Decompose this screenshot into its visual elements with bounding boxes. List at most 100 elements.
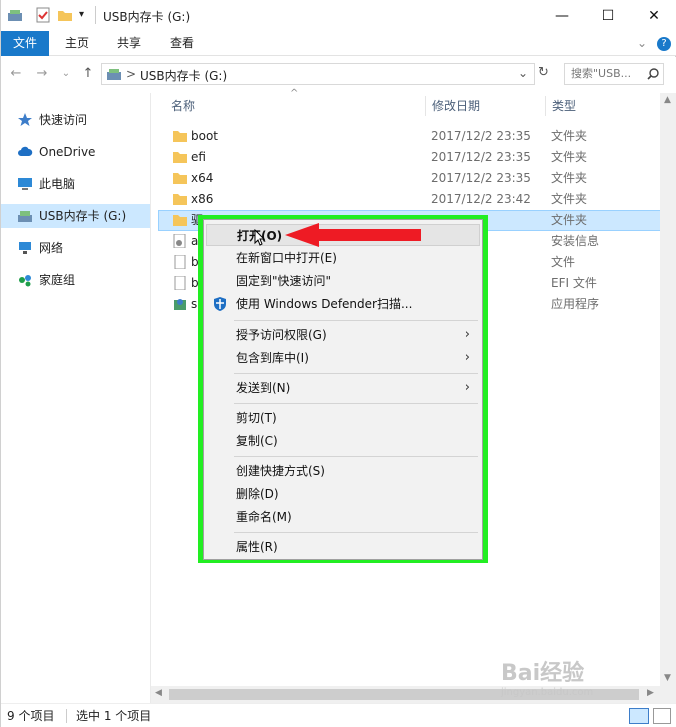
scroll-down-icon[interactable]: ▼ [664,673,671,683]
menu-item-label: 授予访问权限(G) [236,328,327,342]
menu-item-label: 使用 Windows Defender扫描... [236,297,413,311]
vertical-scrollbar[interactable]: ▲ ▼ [660,93,676,703]
column-header-type[interactable]: 类型 [552,93,576,119]
minimize-button[interactable]: — [539,0,585,31]
watermark-subtext: jingyan.baidu.com [501,687,594,698]
menu-item-label: 复制(C) [236,434,278,448]
tab-file[interactable]: 文件 [1,31,49,56]
star-icon [18,113,32,126]
context-menu: 打开(O) 在新窗口中打开(E) 固定到"快速访问" 使用 Windows De… [203,219,483,560]
forward-button[interactable]: → [33,65,51,83]
sidebar-item-onedrive[interactable]: OneDrive [1,140,150,164]
menu-item-defender-scan[interactable]: 使用 Windows Defender扫描... [206,293,480,315]
sidebar-item-this-pc[interactable]: 此电脑 [1,172,150,196]
menu-separator [234,320,478,321]
menu-item-give-access[interactable]: 授予访问权限(G) › [206,324,480,346]
search-icon[interactable] [647,68,659,80]
scroll-right-icon[interactable]: ▶ [647,688,654,698]
mouse-cursor-icon [254,229,266,246]
network-icon [19,242,31,254]
menu-separator [234,373,478,374]
menu-item-pin-quick-access[interactable]: 固定到"快速访问" [206,270,480,292]
sidebar-item-label: 快速访问 [39,113,88,127]
scroll-left-icon[interactable]: ◀ [155,688,162,698]
file-row[interactable]: x64 2017/12/2 23:35 文件夹 [158,168,676,189]
status-bar: 9 个项目 选中 1 个项目 [1,703,676,727]
file-date: 2017/12/2 23:35 [431,129,531,143]
folder-icon [173,215,187,226]
tab-home[interactable]: 主页 [53,31,101,56]
tab-share[interactable]: 共享 [105,31,153,56]
address-bar[interactable]: > USB内存卡 (G:) ⌄ [101,63,535,85]
usb-drive-icon [18,211,32,222]
menu-separator [234,456,478,457]
menu-item-properties[interactable]: 属性(R) [206,536,480,558]
sidebar-item-usb-drive[interactable]: USB内存卡 (G:) [1,204,150,228]
column-header-name[interactable]: 名称 [171,93,195,119]
file-type: 文件夹 [551,150,588,164]
back-button[interactable]: ← [7,65,25,83]
explorer-window: ▾ USB内存卡 (G:) — ☐ ✕ 文件 主页 共享 查看 ⌄ ? ← → … [0,0,676,727]
file-row[interactable]: efi 2017/12/2 23:35 文件夹 [158,147,676,168]
column-divider[interactable] [545,96,546,116]
menu-item-label: 创建快捷方式(S) [236,464,325,478]
menu-item-cut[interactable]: 剪切(T) [206,407,480,429]
menu-item-label: 发送到(N) [236,381,291,395]
drive-app-icon[interactable] [7,7,23,23]
search-input[interactable]: 搜索"USB... [564,63,664,85]
file-date: 2017/12/2 23:35 [431,171,531,185]
scroll-up-icon[interactable]: ▲ [664,95,671,105]
submenu-arrow-icon: › [464,380,470,395]
ribbon-collapse-icon[interactable]: ⌄ [637,36,647,50]
file-row[interactable]: boot 2017/12/2 23:35 文件夹 [158,126,676,147]
recent-locations-button[interactable]: ⌄ [57,65,75,83]
details-view-icon[interactable] [629,708,649,724]
menu-item-create-shortcut[interactable]: 创建快捷方式(S) [206,460,480,482]
menu-item-label: 删除(D) [236,487,279,501]
up-button[interactable]: ↑ [79,65,97,83]
sidebar-item-network[interactable]: 网络 [1,236,150,260]
sidebar-item-label: 网络 [39,241,64,255]
sidebar-item-homegroup[interactable]: 家庭组 [1,268,150,292]
file-type: 文件夹 [551,129,588,143]
title-divider [95,6,96,24]
file-row[interactable]: x86 2017/12/2 23:42 文件夹 [158,189,676,210]
large-icons-view-icon[interactable] [653,708,671,724]
menu-item-send-to[interactable]: 发送到(N) › [206,377,480,399]
customize-toolbar-icon[interactable]: ▾ [79,7,95,23]
file-icon [174,276,186,290]
file-type: 文件夹 [551,192,588,206]
sidebar-item-label: OneDrive [39,145,96,159]
red-arrow-annotation [285,223,421,247]
sidebar-item-label: USB内存卡 (G:) [39,209,127,223]
file-date: 2017/12/2 23:35 [431,150,531,164]
file-name: x86 [191,192,214,206]
menu-item-include-library[interactable]: 包含到库中(I) › [206,347,480,369]
window-title: USB内存卡 (G:) [103,10,191,24]
new-folder-icon[interactable] [57,7,73,23]
menu-item-open-new-window[interactable]: 在新窗口中打开(E) [206,247,480,269]
address-dropdown-icon[interactable]: ⌄ [518,66,528,80]
menu-item-rename[interactable]: 重命名(M) [206,506,480,528]
baidu-watermark: Bai经验 jingyan.baidu.com [501,655,593,698]
menu-item-copy[interactable]: 复制(C) [206,430,480,452]
maximize-button[interactable]: ☐ [585,0,631,31]
close-button[interactable]: ✕ [631,0,676,31]
refresh-button[interactable]: ↻ [538,65,554,83]
menu-item-label: 属性(R) [236,540,278,554]
file-type: 应用程序 [551,297,600,311]
item-count: 9 个项目 [7,709,55,723]
sidebar-item-quick-access[interactable]: 快速访问 [1,108,150,132]
menu-item-delete[interactable]: 删除(D) [206,483,480,505]
column-header-date[interactable]: 修改日期 [432,93,480,119]
sidebar-item-label: 此电脑 [39,177,76,191]
column-divider[interactable] [425,96,426,116]
submenu-arrow-icon: › [464,327,470,342]
properties-icon[interactable] [35,7,51,23]
help-icon[interactable]: ? [657,37,671,51]
file-name: boot [191,129,219,143]
sidebar-item-label: 家庭组 [39,273,76,287]
tab-view[interactable]: 查看 [158,31,206,56]
breadcrumb-usb-drive[interactable]: USB内存卡 (G:) [140,67,227,84]
menu-item-label: 在新窗口中打开(E) [236,251,337,265]
